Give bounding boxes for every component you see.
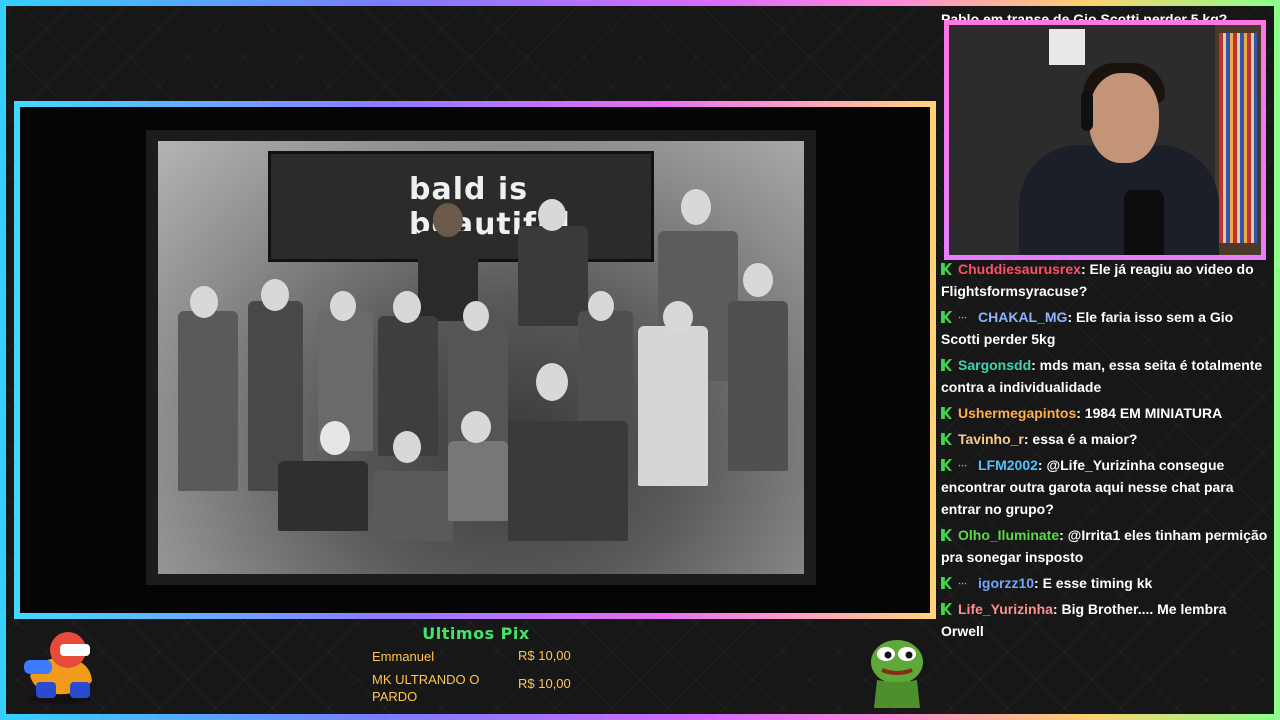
kick-badge-icon	[941, 407, 952, 419]
pix-row: MK ULTRANDO O PARDO R$ 10,00	[372, 667, 592, 704]
mascot-sticker-icon	[20, 626, 102, 706]
pix-donor-name: Emmanuel	[372, 649, 435, 664]
chat-username[interactable]: LFM2002	[978, 457, 1038, 473]
pix-donor-name: MK ULTRANDO O PARDO	[372, 672, 480, 704]
chat-message: Life_Yurizinha: Big Brother.... Me lembr…	[941, 598, 1269, 642]
kick-badge-icon	[941, 603, 952, 615]
streamer-head	[1089, 73, 1159, 163]
video-frame: bald is beautiful	[14, 101, 936, 619]
chat-message: Tavinho_r: essa é a maior?	[941, 428, 1269, 450]
chat-username[interactable]: Tavinho_r	[958, 431, 1024, 447]
chat-message: Sargonsdd: mds man, essa seita é totalme…	[941, 354, 1269, 398]
chat-message: Chuddiesaurusrex: Ele já reagiu ao video…	[941, 258, 1269, 302]
subscriber-badge-icon: ⋯	[958, 460, 967, 470]
subscriber-badge-icon: ⋯	[958, 312, 967, 322]
chat-panel[interactable]: Chuddiesaurusrex: Ele já reagiu ao video…	[941, 258, 1269, 646]
kick-badge-icon	[941, 311, 952, 323]
bookshelf	[1215, 25, 1261, 255]
microphone-icon	[1124, 190, 1164, 255]
subscriber-badge-icon: ⋯	[958, 578, 967, 588]
pix-title: Ultimos Pix	[422, 624, 530, 643]
chat-username[interactable]: Ushermegapintos	[958, 405, 1076, 421]
chat-message: ⋯ igorzz10: E esse timing kk	[941, 572, 1269, 594]
chat-username[interactable]: Chuddiesaurusrex	[958, 261, 1081, 277]
class-photo-image: bald is beautiful	[158, 141, 804, 574]
chat-message: ⋯ LFM2002: @Life_Yurizinha consegue encon…	[941, 454, 1269, 520]
pinned-message: Pablo em transe de Gio Scotti perder 5 k…	[941, 11, 1228, 20]
kick-badge-icon	[941, 529, 952, 541]
chat-username[interactable]: igorzz10	[978, 575, 1034, 591]
chat-text: : E esse timing kk	[1034, 575, 1153, 591]
kick-badge-icon	[941, 359, 952, 371]
chat-message: Olho_Iluminate: @Irrita1 eles tinham per…	[941, 524, 1269, 568]
kick-badge-icon	[941, 577, 952, 589]
headphones-icon	[1081, 91, 1093, 131]
chat-message: ⋯ CHAKAL_MG: Ele faria isso sem a Gio Sco…	[941, 306, 1269, 350]
pix-widget: Ultimos Pix Emmanuel R$ 10,00 MK ULTRAND…	[372, 624, 592, 704]
pix-amount: R$ 10,00	[518, 676, 571, 691]
chat-message: Ushermegapintos: 1984 EM MINIATURA	[941, 402, 1269, 424]
kick-badge-icon	[941, 459, 952, 471]
chat-username[interactable]: CHAKAL_MG	[978, 309, 1067, 325]
pix-row: Emmanuel R$ 10,00	[372, 643, 592, 667]
kick-badge-icon	[941, 433, 952, 445]
pepe-frog-icon	[862, 632, 932, 710]
chat-username[interactable]: Sargonsdd	[958, 357, 1031, 373]
chat-text: : 1984 EM MINIATURA	[1076, 405, 1223, 421]
chat-text: : essa é a maior?	[1023, 431, 1138, 447]
chat-username[interactable]: Life_Yurizinha	[958, 601, 1053, 617]
kick-badge-icon	[941, 263, 952, 275]
chat-username[interactable]: Olho_Iluminate	[958, 527, 1059, 543]
pix-amount: R$ 10,00	[518, 648, 571, 663]
webcam-feed	[944, 20, 1266, 260]
reaction-photo: bald is beautiful	[146, 130, 816, 585]
wall-poster	[1049, 29, 1085, 65]
